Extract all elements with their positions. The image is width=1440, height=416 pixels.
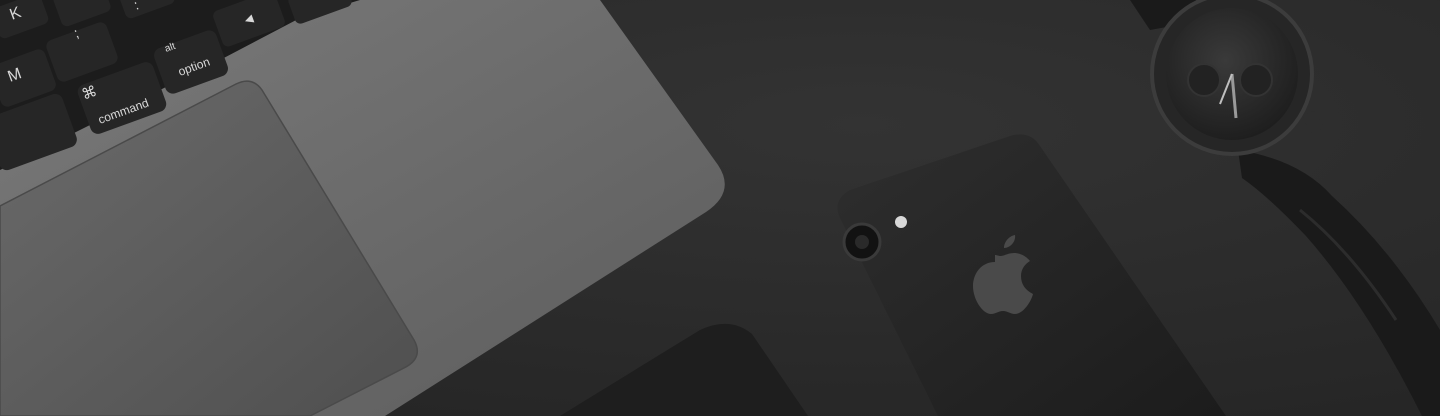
subdial-right: [1239, 63, 1273, 97]
flash-icon: [895, 216, 907, 228]
photo-canvas: K ; : ◀ M ⌘ command alt option: [0, 0, 1440, 416]
photo-scene: K ; : ◀ M ⌘ command alt option: [0, 0, 1440, 416]
subdial-left: [1187, 63, 1221, 97]
camera-lens-inner: [855, 235, 869, 249]
